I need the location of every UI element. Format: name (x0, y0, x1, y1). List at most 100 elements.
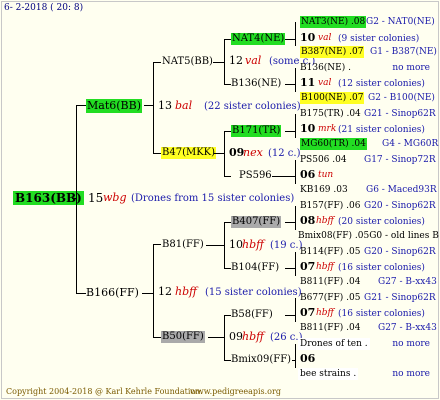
root-drone-info: (Drones from 15 sister colonies) (131, 193, 295, 204)
l4-drone-mark: mrk (318, 124, 337, 134)
b50-drone-mark: hbff (242, 330, 264, 343)
l4-bot-b811[interactable]: B811(FF) .04 (300, 322, 360, 334)
copyright: Copyright 2004-2018 @ Karl Kehrle Founda… (6, 387, 203, 396)
node-b166[interactable]: B166(FF) (86, 287, 139, 299)
l4-top-info: G2 - NAT0(NE) (366, 17, 435, 27)
l4-top-info: G17 - Sinop72R (364, 155, 436, 165)
node-b58[interactable]: B58(FF) (231, 309, 273, 321)
l4-top-info: G20 - Sinop62R (364, 247, 436, 257)
l4-drone-info: (20 sister colonies) (338, 217, 425, 227)
l4-bot-b387[interactable]: B387(NE) .07 (300, 46, 365, 58)
root-drone-mark: wbg (103, 191, 127, 204)
l4-bot-bmix08[interactable]: Bmix08(FF) .05G0 - old lines B (298, 230, 439, 242)
b47-bracket (224, 131, 225, 177)
node-nat4[interactable]: NAT4(NE) (231, 33, 286, 45)
node-b407[interactable]: B407(FF) (231, 216, 282, 228)
mat6-drone-info: (22 sister colonies) (204, 101, 301, 112)
node-b47[interactable]: B47(MKK) (161, 147, 217, 159)
l4-bot-info: G27 - B-xx43 (378, 277, 437, 287)
l4-drone-info: (12 sister colonies) (338, 79, 425, 89)
node-mat6[interactable]: Mat6(BB) (86, 99, 142, 113)
l4-top-ps506[interactable]: PS506 .04 (300, 154, 347, 166)
l4-bot-info: G4 - MG60R (382, 139, 439, 149)
b50-bracket (224, 315, 225, 361)
node-ps596[interactable]: PS596 (239, 170, 272, 182)
l4-top-b677[interactable]: B677(FF) .05 (300, 292, 360, 304)
bracket-l3-5 (295, 252, 296, 276)
l4-top-info: no more (392, 339, 430, 349)
bracket-l3-3 (295, 160, 296, 184)
l4-top-b175[interactable]: B175(TR) .04 (300, 108, 361, 120)
root-drone-num: 15 (88, 191, 104, 205)
conn-l3-0 (285, 39, 296, 40)
l4-bot-strains[interactable]: bee strains . (298, 368, 359, 380)
l4-drone-num: 11 (300, 76, 316, 89)
mat6-drone-mark: bal (175, 99, 193, 112)
l4-top-b136[interactable]: B136(NE) . (300, 62, 351, 74)
conn-l3-4 (285, 222, 296, 223)
bracket-l3-2 (295, 114, 296, 138)
l4-top-info: G21 - Sinop62R (364, 109, 436, 119)
bracket-l3-4 (295, 206, 296, 230)
b47-branch-bottom (224, 176, 231, 177)
l4-drone-info: (16 sister colonies) (338, 263, 425, 273)
b166-drone-mark: hbff (175, 285, 197, 298)
b166-connector (142, 293, 154, 294)
l4-drone-num: 07 (300, 306, 316, 319)
l4-bot-info: G1 - B387(NE) (370, 47, 437, 57)
mat6-branch-top (153, 62, 161, 63)
l4-drone-mark: val (318, 78, 332, 88)
l4-drone-num: 06 (300, 352, 316, 365)
l4-drone-mark: val (318, 33, 332, 43)
b47-connector (214, 153, 225, 154)
l4-bot-b811[interactable]: B811(FF) .04 (300, 276, 360, 288)
l4-top-b114[interactable]: B114(FF) .05 (300, 246, 360, 258)
l4-bot-mg60[interactable]: MG60(TR) .04 (300, 138, 367, 150)
l4-top-info: G21 - Sinop62R (364, 293, 436, 303)
l4-drone-mark: tun (318, 170, 334, 180)
nat5-drone-num: 12 (229, 54, 243, 67)
nat5-drone-mark: val (245, 54, 262, 67)
l4-drone-mark: hbff (316, 262, 334, 272)
b166-drone-num: 12 (158, 285, 172, 298)
root-branch-top (76, 105, 86, 106)
l4-bot-info: G6 - Maced93R (366, 185, 437, 195)
b81-branch-bottom (224, 268, 231, 269)
b166-drone-info: (15 sister colonies) (205, 287, 302, 298)
b50-branch-top (224, 315, 231, 316)
nat5-branch-bottom (224, 84, 231, 85)
l4-top-drones[interactable]: Drones of ten . (298, 338, 370, 350)
node-b104[interactable]: B104(FF) (231, 262, 279, 274)
node-b136[interactable]: B136(NE) (231, 78, 281, 90)
l4-top-nat3[interactable]: NAT3(NE) .08 (300, 16, 367, 28)
l4-top-b157[interactable]: B157(FF) .06 (300, 200, 360, 212)
l4-bot-b100[interactable]: B100(NE) .07 (300, 92, 365, 104)
b47-branch-top (224, 131, 231, 132)
l4-drone-num: 10 (300, 31, 316, 44)
node-b81[interactable]: B81(FF) (162, 239, 204, 251)
root-bracket (76, 105, 77, 294)
nat5-connector (213, 62, 225, 63)
node-b50[interactable]: B50(FF) (161, 331, 205, 343)
bracket-l3-0 (295, 22, 296, 46)
conn-l3-6 (285, 315, 296, 316)
bracket-l3-1 (295, 68, 296, 92)
conn-l3-1 (285, 84, 296, 85)
l4-drone-num: 06 (300, 168, 316, 181)
l4-drone-num: 07 (300, 260, 316, 273)
l4-top-info: G20 - Sinop62R (364, 201, 436, 211)
b81-connector (206, 245, 225, 246)
b47-drone-mark: nex (243, 146, 263, 159)
conn-l3-2 (285, 131, 296, 132)
node-bmix09[interactable]: Bmix09(FF) (231, 354, 291, 366)
node-b171[interactable]: B171(TR) (231, 125, 282, 137)
l4-bot-kb169[interactable]: KB169 .03 (300, 184, 348, 196)
b50-drone-num: 09 (229, 330, 243, 343)
node-nat5[interactable]: NAT5(BB) (162, 56, 213, 68)
mat6-drone-num: 13 (158, 99, 172, 112)
root-branch-bottom (76, 293, 86, 294)
l4-bot-info: G27 - B-xx43 (378, 323, 437, 333)
b81-drone-mark: hbff (242, 238, 264, 251)
website-link[interactable]: www.pedigreeapis.org (190, 386, 281, 398)
l4-drone-mark: hbff (316, 308, 334, 318)
